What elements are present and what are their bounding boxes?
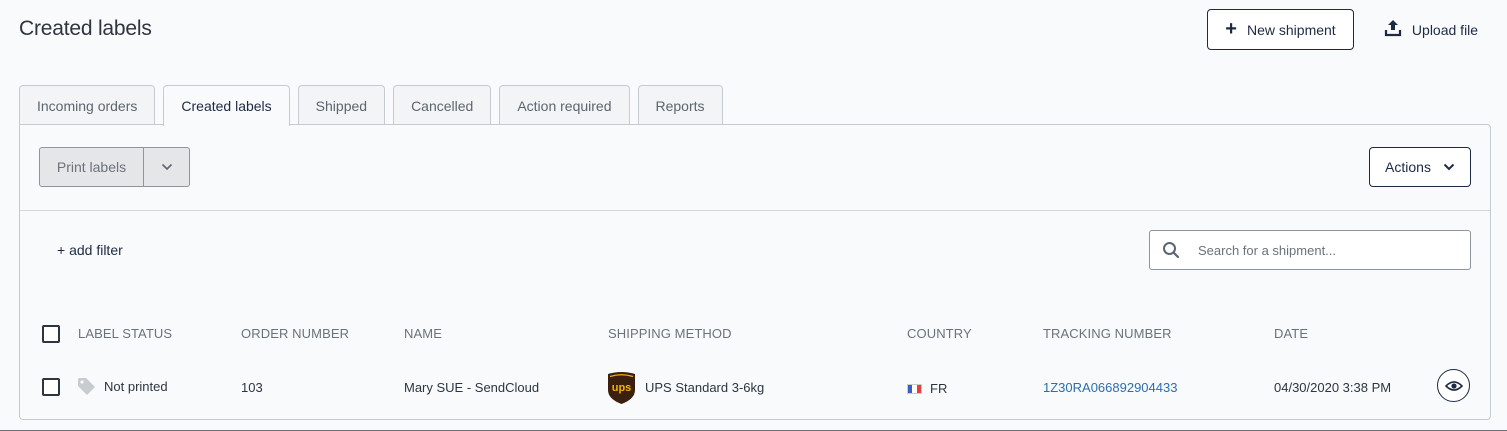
name-cell: Mary SUE - SendCloud bbox=[404, 380, 540, 395]
column-header-label-status[interactable]: LABEL STATUS bbox=[78, 326, 172, 341]
date-cell: 04/30/2020 3:38 PM bbox=[1274, 380, 1392, 395]
column-header-order-number[interactable]: ORDER NUMBER bbox=[241, 326, 349, 341]
column-header-shipping-method[interactable]: SHIPPING METHOD bbox=[608, 326, 732, 341]
country-cell: FR bbox=[907, 381, 947, 396]
print-labels-split-button: Print labels bbox=[39, 147, 190, 187]
upload-icon bbox=[1384, 19, 1402, 40]
tab-reports[interactable]: Reports bbox=[637, 85, 723, 125]
search-icon bbox=[1150, 241, 1192, 259]
tab-incoming-orders[interactable]: Incoming orders bbox=[19, 85, 156, 125]
svg-text:ups: ups bbox=[612, 382, 632, 394]
print-labels-button[interactable]: Print labels bbox=[40, 148, 144, 186]
shipping-method-text: UPS Standard 3-6kg bbox=[645, 380, 765, 395]
upload-file-label: Upload file bbox=[1411, 21, 1479, 38]
row-checkbox[interactable] bbox=[42, 378, 60, 396]
view-shipment-button[interactable] bbox=[1437, 369, 1470, 402]
tab-shipped[interactable]: Shipped bbox=[297, 85, 386, 125]
tab-action-required[interactable]: Action required bbox=[499, 85, 630, 125]
column-header-tracking-number[interactable]: TRACKING NUMBER bbox=[1043, 326, 1172, 341]
select-all-checkbox[interactable] bbox=[42, 325, 60, 343]
country-code: FR bbox=[930, 381, 948, 396]
label-status-text: Not printed bbox=[104, 379, 168, 394]
upload-file-button[interactable]: Upload file bbox=[1376, 9, 1486, 50]
new-shipment-button[interactable]: + New shipment bbox=[1207, 9, 1354, 50]
france-flag-icon bbox=[907, 383, 922, 394]
shipping-method-cell: ups UPS Standard 3-6kg bbox=[607, 371, 764, 404]
shipments-panel: Print labels Actions + add filter LABEL … bbox=[19, 124, 1491, 420]
status-tabs: Incoming orders Created labels Shipped C… bbox=[19, 85, 723, 126]
new-shipment-label: New shipment bbox=[1246, 21, 1336, 38]
column-header-date[interactable]: DATE bbox=[1274, 326, 1308, 341]
toolbar: Print labels Actions bbox=[20, 125, 1490, 211]
column-header-name[interactable]: NAME bbox=[404, 326, 442, 341]
search-input[interactable] bbox=[1198, 242, 1470, 258]
label-status-cell: Not printed bbox=[77, 377, 168, 396]
tracking-number-link[interactable]: 1Z30RA066892904433 bbox=[1043, 380, 1177, 395]
tag-icon bbox=[78, 378, 95, 395]
chevron-down-icon bbox=[1443, 163, 1455, 171]
print-options-dropdown[interactable] bbox=[144, 148, 189, 186]
column-header-country[interactable]: COUNTRY bbox=[907, 326, 972, 341]
page-title: Created labels bbox=[19, 17, 152, 40]
actions-label: Actions bbox=[1385, 159, 1431, 175]
plus-icon: + bbox=[1225, 17, 1237, 40]
actions-dropdown-button[interactable]: Actions bbox=[1369, 147, 1471, 187]
tab-cancelled[interactable]: Cancelled bbox=[393, 85, 492, 125]
chevron-down-icon bbox=[161, 163, 172, 171]
search-box bbox=[1149, 230, 1471, 270]
add-filter-link[interactable]: + add filter bbox=[57, 242, 123, 258]
order-number-cell: 103 bbox=[241, 380, 263, 395]
tab-created-labels[interactable]: Created labels bbox=[163, 85, 290, 126]
ups-logo-icon: ups bbox=[608, 372, 635, 404]
eye-icon bbox=[1444, 380, 1463, 391]
